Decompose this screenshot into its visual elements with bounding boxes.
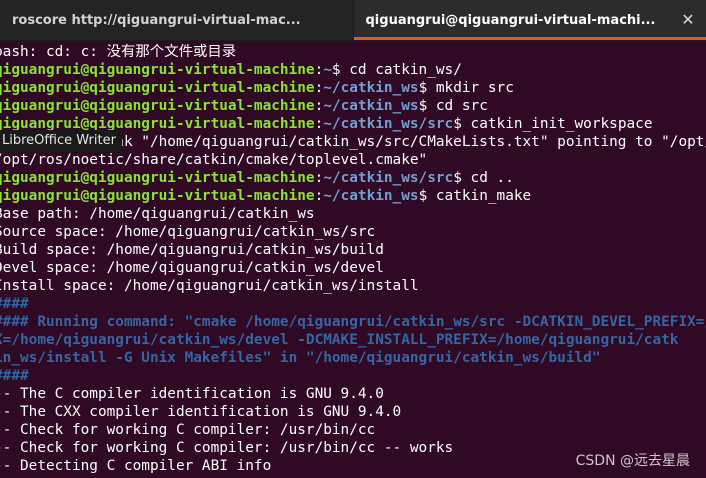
terminal-line: -- Check for working C compiler: /usr/bi… (0, 422, 376, 438)
app-tooltip: LibreOffice Writer (0, 130, 122, 152)
terminal-line: #### (0, 296, 29, 312)
terminal-line: -- The CXX compiler identification is GN… (0, 404, 402, 420)
tab-terminal[interactable]: qiguangrui@qiguangrui-virtual-machi... ✕ (352, 0, 706, 40)
tab-title: qiguangrui@qiguangrui-virtual-machi... (365, 12, 656, 28)
terminal-line: Devel space: /home/qiguangrui/catkin_ws/… (0, 260, 384, 276)
watermark: CSDN @远去星晨 (575, 453, 690, 469)
tab-title: roscore http://qiguangrui-virtual-mac... (12, 12, 301, 28)
tab-bar: roscore http://qiguangrui-virtual-mac...… (0, 0, 706, 41)
tab-roscore[interactable]: roscore http://qiguangrui-virtual-mac... (0, 0, 353, 40)
terminal-line: in_ws/install -G Unix Makefiles" in "/ho… (0, 350, 601, 366)
terminal-line: #### Running command: "cmake /home/qigua… (0, 314, 706, 330)
terminal-line: Base path: /home/qiguangrui/catkin_ws (0, 206, 315, 222)
terminal-line: qiguangrui@qiguangrui-virtual-machine:~/… (0, 170, 514, 186)
terminal-line: Install space: /home/qiguangrui/catkin_w… (0, 278, 419, 294)
terminal-line: bash: cd: c: 没有那个文件或目录 (0, 44, 237, 60)
terminal-line: Build space: /home/qiguangrui/catkin_ws/… (0, 242, 384, 258)
terminal-line: -- The C compiler identification is GNU … (0, 386, 384, 402)
terminal-line: #### (0, 368, 29, 384)
terminal-line: qiguangrui@qiguangrui-virtual-machine:~$… (0, 62, 462, 78)
terminal-line: qiguangrui@qiguangrui-virtual-machine:~/… (0, 80, 514, 96)
close-icon[interactable]: ✕ (680, 12, 696, 28)
terminal-output[interactable]: bash: cd: c: 没有那个文件或目录 qiguangrui@qiguan… (0, 40, 706, 478)
terminal-line: qiguangrui@qiguangrui-virtual-machine:~/… (0, 188, 532, 204)
terminal-line: /opt/ros/noetic/share/catkin/cmake/tople… (0, 152, 428, 168)
terminal-line: X=/home/qiguangrui/catkin_ws/devel -DCMA… (0, 332, 679, 348)
terminal-line: qiguangrui@qiguangrui-virtual-machine:~/… (0, 98, 488, 114)
terminal-line: Source space: /home/qiguangrui/catkin_ws… (0, 224, 376, 240)
